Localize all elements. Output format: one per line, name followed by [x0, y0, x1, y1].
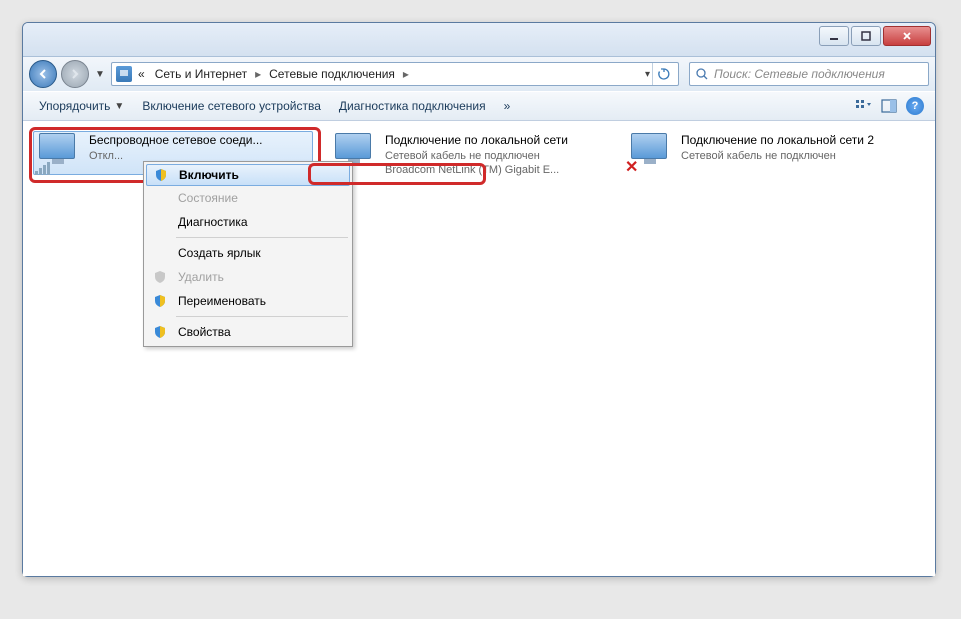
- connection-title: Беспроводное сетевое соеди...: [89, 133, 311, 149]
- menu-label: Удалить: [178, 270, 224, 284]
- help-icon: ?: [906, 97, 924, 115]
- diagnose-label: Диагностика подключения: [339, 99, 486, 113]
- search-placeholder: Поиск: Сетевые подключения: [710, 67, 924, 81]
- menu-item-delete: Удалить: [146, 265, 350, 289]
- shield-icon: [150, 267, 170, 287]
- menu-item-properties[interactable]: Свойства: [146, 320, 350, 344]
- breadcrumb-prefix: «: [134, 67, 149, 81]
- context-menu: Включить Состояние Диагностика Создать я…: [143, 161, 353, 347]
- breadcrumb-level1[interactable]: Сеть и Интернет: [151, 67, 251, 81]
- titlebar: [23, 23, 935, 57]
- search-box[interactable]: Поиск: Сетевые подключения: [689, 62, 929, 86]
- search-icon: [694, 66, 710, 82]
- menu-item-shortcut[interactable]: Создать ярлык: [146, 241, 350, 265]
- disconnected-x-icon: ✕: [625, 157, 638, 177]
- connection-status: Сетевой кабель не подключен: [681, 149, 903, 163]
- diagnose-button[interactable]: Диагностика подключения: [331, 96, 494, 116]
- toolbar: Упорядочить ▼ Включение сетевого устройс…: [23, 91, 935, 121]
- connection-text: Подключение по локальной сети 2 Сетевой …: [681, 133, 903, 163]
- menu-item-rename[interactable]: Переименовать: [146, 289, 350, 313]
- network-center-icon: [116, 66, 132, 82]
- chevron-right-icon[interactable]: ▸: [401, 67, 411, 81]
- toolbar-overflow[interactable]: »: [496, 96, 519, 116]
- refresh-button[interactable]: [652, 63, 674, 85]
- network-connection-item[interactable]: ✕ Подключение по локальной сети Сетевой …: [329, 131, 609, 179]
- forward-button[interactable]: [61, 60, 89, 88]
- nav-history-dropdown[interactable]: ▼: [93, 60, 107, 88]
- breadcrumb-level2[interactable]: Сетевые подключения: [265, 67, 399, 81]
- shield-icon: [150, 291, 170, 311]
- overflow-label: »: [504, 99, 511, 113]
- connection-text: Подключение по локальной сети Сетевой ка…: [385, 133, 607, 177]
- maximize-button[interactable]: [851, 26, 881, 46]
- minimize-button[interactable]: [819, 26, 849, 46]
- back-button[interactable]: [29, 60, 57, 88]
- address-bar[interactable]: « Сеть и Интернет ▸ Сетевые подключения …: [111, 62, 679, 86]
- preview-pane-button[interactable]: [877, 94, 901, 118]
- connection-title: Подключение по локальной сети 2: [681, 133, 903, 149]
- menu-item-enable[interactable]: Включить: [146, 164, 350, 186]
- menu-label: Диагностика: [178, 215, 248, 229]
- lan-adapter-icon: ✕: [627, 133, 675, 173]
- connection-title: Подключение по локальной сети: [385, 133, 607, 149]
- wifi-adapter-icon: [35, 133, 83, 173]
- connection-adapter: Broadcom NetLink (TM) Gigabit E...: [385, 163, 607, 177]
- menu-label: Включить: [179, 168, 239, 182]
- menu-separator: [176, 237, 348, 238]
- menu-label: Создать ярлык: [178, 246, 261, 260]
- menu-label: Состояние: [178, 191, 238, 205]
- navbar: ▼ « Сеть и Интернет ▸ Сетевые подключени…: [23, 57, 935, 91]
- help-button[interactable]: ?: [903, 94, 927, 118]
- menu-label: Свойства: [178, 325, 231, 339]
- explorer-window: ▼ « Сеть и Интернет ▸ Сетевые подключени…: [22, 22, 936, 577]
- address-dropdown-icon[interactable]: ▾: [645, 69, 650, 80]
- chevron-right-icon[interactable]: ▸: [253, 67, 263, 81]
- close-button[interactable]: [883, 26, 931, 46]
- organize-button[interactable]: Упорядочить ▼: [31, 96, 132, 116]
- organize-label: Упорядочить: [39, 99, 110, 113]
- network-connection-item[interactable]: ✕ Подключение по локальной сети 2 Сетево…: [625, 131, 905, 175]
- connection-status: Сетевой кабель не подключен: [385, 149, 607, 163]
- menu-item-diagnostics[interactable]: Диагностика: [146, 210, 350, 234]
- menu-label: Переименовать: [178, 294, 266, 308]
- menu-separator: [176, 316, 348, 317]
- shield-icon: [151, 165, 171, 185]
- enable-device-button[interactable]: Включение сетевого устройства: [134, 96, 329, 116]
- connection-text: Беспроводное сетевое соеди... Откл...: [89, 133, 311, 163]
- shield-icon: [150, 322, 170, 342]
- view-options-button[interactable]: [851, 94, 875, 118]
- menu-item-status: Состояние: [146, 186, 350, 210]
- enable-device-label: Включение сетевого устройства: [142, 99, 321, 113]
- content-area: Беспроводное сетевое соеди... Откл... ✕ …: [23, 121, 935, 576]
